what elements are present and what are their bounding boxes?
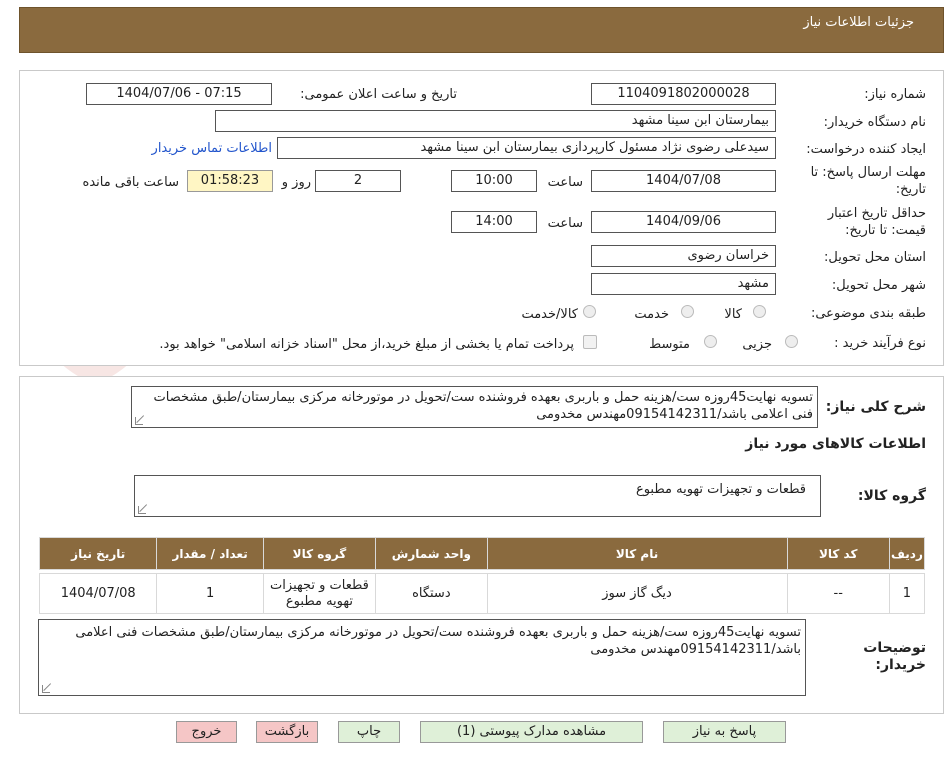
- buyer-org-field: بیمارستان ابن سینا مشهد: [215, 110, 776, 132]
- buyer-contact-link[interactable]: اطلاعات تماس خریدار: [152, 141, 272, 156]
- process-minor-radio[interactable]: [785, 335, 798, 348]
- treasury-note: پرداخت تمام یا بخشی از مبلغ خرید،از محل …: [159, 337, 574, 352]
- deadline-time-label: ساعت: [547, 175, 583, 190]
- print-button[interactable]: چاپ: [338, 721, 400, 743]
- validity-time-label: ساعت: [547, 216, 583, 231]
- need-number-label: شماره نیاز:: [864, 87, 926, 102]
- resize-handle-icon[interactable]: [135, 417, 143, 425]
- validity-label: حداقل تاریخ اعتبار قیمت: تا تاریخ:: [827, 206, 926, 238]
- exit-button[interactable]: خروج: [176, 721, 237, 743]
- page-header: [19, 7, 944, 53]
- remaining-label: ساعت باقی مانده: [82, 175, 179, 190]
- announce-label: تاریخ و ساعت اعلان عمومی:: [300, 87, 457, 102]
- category-goods-service-radio[interactable]: [583, 305, 596, 318]
- buyer-notes-textarea[interactable]: تسویه نهایت45روزه ست/هزینه حمل و باربری …: [38, 619, 806, 696]
- announce-field: 1404/07/06 - 07:15: [86, 83, 272, 105]
- deadline-date-field: 1404/07/08: [591, 170, 776, 192]
- category-goods-label: کالا: [724, 307, 742, 322]
- cell-unit: دستگاه: [375, 573, 488, 614]
- validity-date-field: 1404/09/06: [591, 211, 776, 233]
- col-header-unit: واحد شمارش: [375, 537, 488, 570]
- category-service-label: خدمت: [634, 307, 669, 322]
- process-label: نوع فرآیند خرید :: [834, 336, 926, 351]
- table-header-row: ردیف کد کالا نام کالا واحد شمارش گروه کا…: [38, 537, 926, 570]
- col-header-row-number: ردیف: [888, 537, 926, 570]
- col-header-quantity: تعداد / مقدار: [156, 537, 264, 570]
- goods-group-label: گروه کالا:: [857, 488, 926, 504]
- validity-time-field: 14:00: [451, 211, 537, 233]
- days-label: روز و: [281, 175, 311, 190]
- province-label: استان محل تحویل:: [824, 250, 926, 265]
- col-header-item-code: کد کالا: [786, 537, 890, 570]
- resize-handle-icon[interactable]: [138, 506, 146, 514]
- goods-heading: اطلاعات کالاهای مورد نیاز: [745, 436, 926, 452]
- process-medium-label: متوسط: [649, 337, 690, 352]
- days-field: 2: [315, 170, 401, 192]
- treasury-checkbox[interactable]: [583, 335, 597, 349]
- cell-item-name: دیگ گاز سوز: [486, 573, 788, 614]
- process-medium-radio[interactable]: [704, 335, 717, 348]
- items-table: ردیف کد کالا نام کالا واحد شمارش گروه کا…: [38, 537, 926, 614]
- cell-need-date: 1404/07/08: [38, 573, 158, 614]
- process-minor-label: جزیی: [742, 337, 772, 352]
- col-header-need-date: تاریخ نیاز: [38, 537, 158, 570]
- deadline-time-field: 10:00: [451, 170, 537, 192]
- goods-group-textarea[interactable]: قطعات و تجهیزات تهویه مطبوع: [134, 475, 821, 517]
- category-goods-service-label: کالا/خدمت: [521, 307, 578, 322]
- buyer-org-label: نام دستگاه خریدار:: [823, 115, 926, 130]
- category-goods-radio[interactable]: [753, 305, 766, 318]
- resize-handle-icon[interactable]: [42, 685, 50, 693]
- view-attachments-button[interactable]: مشاهده مدارک پیوستی (1): [420, 721, 643, 743]
- need-number-field: 1104091802000028: [591, 83, 776, 105]
- category-label: طبقه بندی موضوعی:: [810, 306, 926, 321]
- summary-text: تسویه نهایت45روزه ست/هزینه حمل و باربری …: [153, 390, 813, 422]
- category-service-radio[interactable]: [681, 305, 694, 318]
- page-title: جزئیات اطلاعات نیاز: [803, 15, 914, 30]
- goods-group-text: قطعات و تجهیزات تهویه مطبوع: [635, 482, 806, 497]
- col-header-group: گروه کالا: [262, 537, 377, 570]
- summary-label: شرح کلی نیاز:: [825, 399, 926, 415]
- buyer-notes-label: توضیحات خریدار:: [863, 640, 926, 673]
- requester-label: ایجاد کننده درخواست:: [806, 142, 926, 157]
- col-header-item-name: نام کالا: [486, 537, 788, 570]
- cell-quantity: 1: [156, 573, 264, 614]
- buyer-notes-text: تسویه نهایت45روزه ست/هزینه حمل و باربری …: [75, 625, 801, 657]
- cell-group: قطعات و تجهیزات تهویه مطبوع: [262, 573, 377, 614]
- back-button[interactable]: بازگشت: [256, 721, 318, 743]
- table-row: 1 -- دیگ گاز سوز دستگاه قطعات و تجهیزات …: [38, 573, 926, 614]
- summary-textarea[interactable]: تسویه نهایت45روزه ست/هزینه حمل و باربری …: [131, 386, 818, 428]
- cell-item-code: --: [786, 573, 890, 614]
- province-field: خراسان رضوی: [591, 245, 776, 267]
- city-label: شهر محل تحویل:: [831, 278, 926, 293]
- reply-button[interactable]: پاسخ به نیاز: [663, 721, 786, 743]
- cell-row-number: 1: [888, 573, 926, 614]
- city-field: مشهد: [591, 273, 776, 295]
- deadline-label: مهلت ارسال پاسخ: تا تاریخ:: [810, 165, 926, 197]
- requester-field: سیدعلی رضوی نژاد مسئول کارپردازی بیمارست…: [277, 137, 776, 159]
- countdown-timer: 01:58:23: [187, 170, 273, 192]
